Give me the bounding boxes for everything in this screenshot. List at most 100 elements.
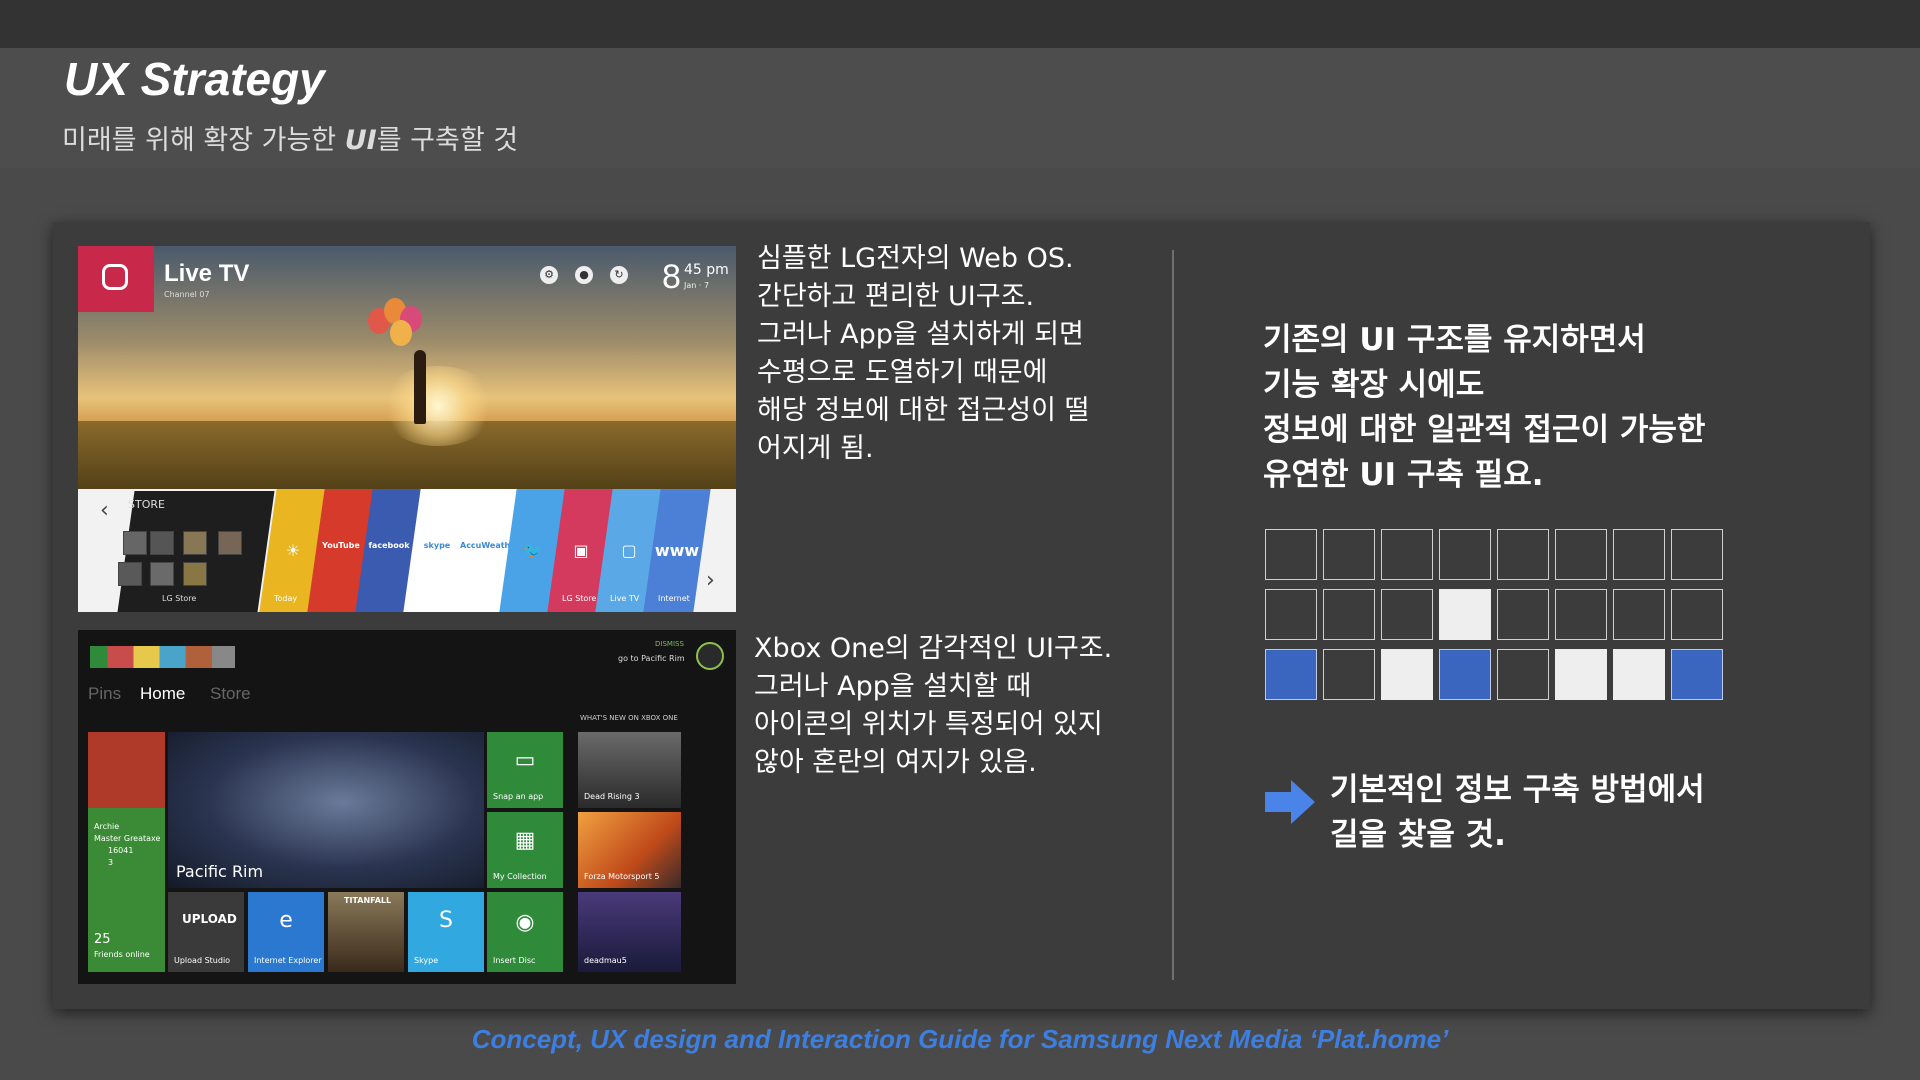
slide-title: UX Strategy bbox=[64, 53, 325, 105]
xbox-dismiss[interactable]: DISMISS bbox=[655, 640, 684, 648]
store-thumb bbox=[118, 562, 142, 586]
grid-cell bbox=[1381, 529, 1433, 580]
grid-cell bbox=[1497, 589, 1549, 640]
lg-store-icon: ▣ bbox=[573, 541, 589, 560]
store-thumb bbox=[218, 531, 242, 555]
grid-cell bbox=[1613, 649, 1665, 700]
panel-divider bbox=[1172, 250, 1174, 980]
store-thumb bbox=[150, 531, 174, 555]
collection-label: My Collection bbox=[493, 872, 547, 881]
lg-clock-min: 45 pm bbox=[684, 262, 729, 278]
description-line: 간단하고 편리한 UI구조. bbox=[757, 281, 1035, 312]
arrow-right-icon bbox=[1265, 780, 1315, 824]
grid-cell bbox=[1323, 589, 1375, 640]
store-thumb bbox=[150, 562, 174, 586]
ui-structure-grid bbox=[1265, 529, 1729, 702]
monitor-icon: ▭ bbox=[514, 748, 536, 773]
xbox-avatar bbox=[88, 732, 165, 808]
grid-cell bbox=[1381, 649, 1433, 700]
heading-line: 기능 확장 시에도 bbox=[1263, 367, 1485, 403]
twitter-icon: 🐦 bbox=[523, 541, 543, 560]
snap-label: Snap an app bbox=[493, 792, 544, 801]
skype-label: Skype bbox=[414, 956, 439, 965]
xbox-top-icons bbox=[90, 646, 235, 668]
titanfall-label: TITANFALL bbox=[344, 896, 392, 905]
heading-line: 정보에 대한 일관적 접근이 가능한 bbox=[1263, 412, 1706, 448]
grid-cell bbox=[1265, 529, 1317, 580]
new-item-label: Dead Rising 3 bbox=[584, 792, 640, 801]
upload-logo: UPLOAD bbox=[182, 912, 237, 926]
description-line: Xbox One의 감각적인 UI구조. bbox=[754, 633, 1113, 664]
xbox-nav-pins[interactable]: Pins bbox=[88, 684, 121, 704]
xbox-description: Xbox One의 감각적인 UI구조. 그러나 App을 설치할 때 아이콘의… bbox=[754, 630, 1164, 782]
store-thumb bbox=[183, 562, 207, 586]
facebook-icon: facebook bbox=[368, 541, 410, 550]
description-line: 어지게 됨. bbox=[757, 433, 874, 464]
lg-app-tile-label: Internet bbox=[658, 594, 690, 603]
chevron-right-icon[interactable]: › bbox=[706, 568, 715, 593]
youtube-icon: YouTube bbox=[322, 541, 360, 550]
lg-sun-glow bbox=[378, 366, 498, 446]
lg-app-title: Live TV bbox=[164, 260, 250, 287]
description-line: 심플한 LG전자의 Web OS. bbox=[757, 243, 1074, 274]
grid-cell bbox=[1439, 589, 1491, 640]
collection-icon: ▦ bbox=[514, 828, 536, 853]
lg-store-name: LG Store bbox=[162, 594, 197, 603]
Today-icon: ☀ bbox=[285, 541, 301, 560]
description-line: 수평으로 도열하기 때문에 bbox=[757, 357, 1048, 388]
xbox-nav-store[interactable]: Store bbox=[210, 684, 251, 704]
refresh-icon[interactable]: ↻ bbox=[610, 266, 628, 284]
new-item-label: Forza Motorsport 5 bbox=[584, 872, 660, 881]
profile-name: Archie bbox=[94, 822, 120, 831]
top-bar bbox=[0, 0, 1920, 48]
grid-cell bbox=[1439, 529, 1491, 580]
profile-friends-label: Friends online bbox=[94, 950, 150, 959]
description-line: 않아 혼란의 여지가 있음. bbox=[754, 747, 1037, 778]
xbox-kinect-icon[interactable] bbox=[696, 642, 724, 670]
live-tv-logo[interactable] bbox=[78, 246, 154, 312]
upload-label: Upload Studio bbox=[174, 956, 231, 965]
notification-icon[interactable]: ● bbox=[575, 266, 593, 284]
lg-description: 심플한 LG전자의 Web OS. 간단하고 편리한 UI구조. 그러나 App… bbox=[757, 240, 1157, 468]
lg-person-silhouette bbox=[414, 350, 426, 424]
profile-title: Master Greataxe bbox=[94, 834, 161, 843]
grid-cell bbox=[1671, 589, 1723, 640]
grid-cell bbox=[1671, 649, 1723, 700]
ie-icon: e bbox=[279, 908, 293, 933]
live-tv-icon: ▢ bbox=[621, 541, 637, 560]
lg-app-tile-label: LG Store bbox=[562, 594, 597, 603]
conclusion-note: 기본적인 정보 구축 방법에서 길을 찾을 것. bbox=[1330, 768, 1750, 858]
xbox-one-screenshot: DISMISS go to Pacific Rim Pins Home Stor… bbox=[78, 630, 736, 984]
chevron-left-icon[interactable]: ‹ bbox=[100, 498, 109, 523]
grid-cell bbox=[1323, 649, 1375, 700]
lg-channel: Channel 07 bbox=[164, 290, 210, 299]
grid-cell bbox=[1555, 589, 1607, 640]
xbox-nav-home[interactable]: Home bbox=[140, 684, 185, 704]
grid-cell bbox=[1555, 529, 1607, 580]
description-line: 해당 정보에 대한 접근성이 떨 bbox=[757, 395, 1090, 426]
grid-cell bbox=[1613, 589, 1665, 640]
subtitle-text-2: 를 구축할 것 bbox=[376, 125, 519, 156]
heading-line: 유연한 UI 구축 필요. bbox=[1263, 457, 1544, 493]
feature-title: Pacific Rim bbox=[176, 862, 264, 881]
subtitle-text-1: 미래를 위해 확장 가능한 bbox=[62, 125, 345, 156]
grid-cell bbox=[1323, 529, 1375, 580]
grid-cell bbox=[1265, 589, 1317, 640]
subtitle-em: UI bbox=[344, 125, 377, 156]
xbox-goto[interactable]: go to Pacific Rim bbox=[618, 654, 685, 663]
lg-date: Jan · 7 bbox=[684, 281, 710, 290]
grid-cell bbox=[1265, 649, 1317, 700]
profile-score: 16041 bbox=[108, 846, 134, 855]
store-thumb bbox=[123, 531, 147, 555]
description-line: 그러나 App을 설치하게 되면 bbox=[757, 319, 1084, 350]
new-item-label: deadmau5 bbox=[584, 956, 627, 965]
slide-subtitle: 미래를 위해 확장 가능한 UI를 구축할 것 bbox=[62, 118, 518, 157]
balloon bbox=[390, 320, 412, 346]
grid-cell bbox=[1671, 529, 1723, 580]
internet-icon: www bbox=[654, 541, 700, 560]
lg-webos-screenshot: Live TV Channel 07 ⚙ ● ↻ 8 45 pm Jan · 7… bbox=[78, 246, 736, 612]
settings-icon[interactable]: ⚙ bbox=[540, 266, 558, 284]
lg-app-tile-label: Today bbox=[274, 594, 298, 603]
store-thumb bbox=[183, 531, 207, 555]
lg-store-header: STORE bbox=[128, 498, 165, 511]
